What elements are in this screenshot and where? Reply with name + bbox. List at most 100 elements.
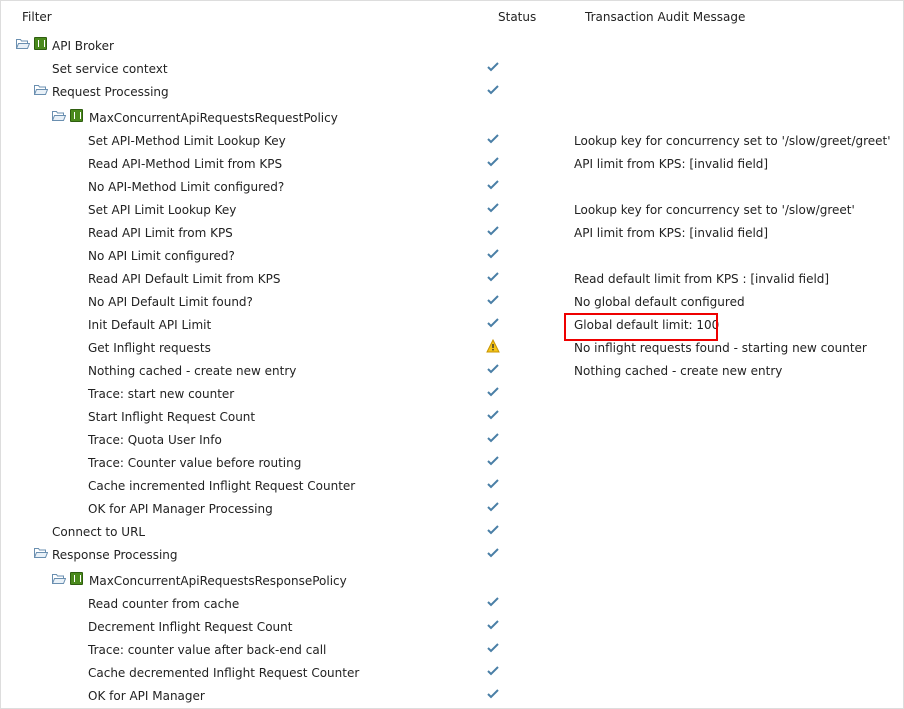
filter-label: Get Inflight requests — [88, 341, 211, 355]
folder-icon[interactable] — [33, 84, 49, 95]
filter-label: Connect to URL — [52, 525, 146, 539]
tree-row[interactable]: Response Processing — [0, 544, 904, 567]
check-icon — [486, 385, 500, 399]
filter-label: Decrement Inflight Request Count — [88, 620, 293, 634]
filter-label: Request Processing — [52, 85, 169, 99]
filter-label: Start Inflight Request Count — [88, 410, 256, 424]
policy-icon — [34, 37, 47, 50]
tree-row[interactable]: Read API-Method Limit from KPS API limit … — [0, 153, 904, 176]
tree-row[interactable]: Cache incremented Inflight Request Count… — [0, 475, 904, 498]
filter-label: Init Default API Limit — [88, 318, 212, 332]
tree-row[interactable]: Set API Limit Lookup Key Lookup key for c… — [0, 199, 904, 222]
audit-message: Nothing cached - create new entry — [574, 364, 783, 378]
check-icon — [486, 500, 500, 514]
filter-label: No API Default Limit found? — [88, 295, 253, 309]
check-icon — [486, 132, 500, 146]
check-icon — [486, 431, 500, 445]
tree-row[interactable]: OK for API Manager Processing — [0, 498, 904, 521]
filter-label: Read API-Method Limit from KPS — [88, 157, 283, 171]
filter-label: Trace: Quota User Info — [88, 433, 222, 447]
check-icon — [486, 316, 500, 330]
audit-message: Read default limit from KPS : [invalid f… — [574, 272, 830, 286]
filter-label: Cache decremented Inflight Request Count… — [88, 666, 360, 680]
tree-row[interactable]: Set API-Method Limit Lookup Key Lookup ke… — [0, 130, 904, 153]
column-header-message[interactable]: Transaction Audit Message — [585, 10, 745, 24]
filter-label: MaxConcurrentApiRequestsResponsePolicy — [89, 574, 347, 588]
tree-row[interactable]: API Broker — [0, 35, 904, 58]
tree-row[interactable]: Request Processing — [0, 81, 904, 104]
highlight-box — [564, 313, 718, 341]
tree-row[interactable]: Trace: start new counter — [0, 383, 904, 406]
folder-icon[interactable] — [33, 547, 49, 558]
check-icon — [486, 641, 500, 655]
tree-row[interactable]: OK for API Manager — [0, 685, 904, 708]
check-icon — [486, 687, 500, 701]
check-icon — [486, 408, 500, 422]
filter-label: Read counter from cache — [88, 597, 240, 611]
filter-label: Cache incremented Inflight Request Count… — [88, 479, 356, 493]
audit-message: No inflight requests found - starting ne… — [574, 341, 867, 355]
column-header-status[interactable]: Status — [498, 10, 536, 24]
tree-row[interactable]: Read API Limit from KPS API limit from KP… — [0, 222, 904, 245]
tree-row[interactable]: MaxConcurrentApiRequestsResponsePolicy — [0, 567, 904, 593]
policy-icon — [70, 572, 83, 585]
tree-row[interactable]: Trace: counter value after back-end call — [0, 639, 904, 662]
tree-row[interactable]: Trace: Counter value before routing — [0, 452, 904, 475]
folder-icon[interactable] — [15, 38, 31, 49]
tree-row[interactable]: Decrement Inflight Request Count — [0, 616, 904, 639]
check-icon — [486, 454, 500, 468]
audit-message: Lookup key for concurrency set to '/slow… — [574, 203, 855, 217]
filter-label: Trace: start new counter — [88, 387, 235, 401]
tree-row[interactable]: Read API Default Limit from KPS Read defa… — [0, 268, 904, 291]
check-icon — [486, 270, 500, 284]
tree-row[interactable]: Nothing cached - create new entry Nothing… — [0, 360, 904, 383]
check-icon — [486, 178, 500, 192]
check-icon — [486, 546, 500, 560]
tree-row[interactable]: Trace: Quota User Info — [0, 429, 904, 452]
check-icon — [486, 523, 500, 537]
filter-label: MaxConcurrentApiRequestsRequestPolicy — [89, 111, 338, 125]
filter-label: Set API Limit Lookup Key — [88, 203, 237, 217]
check-icon — [486, 201, 500, 215]
check-icon — [486, 664, 500, 678]
tree-row[interactable]: No API-Method Limit configured? — [0, 176, 904, 199]
tree-row[interactable]: No API Limit configured? — [0, 245, 904, 268]
audit-message: API limit from KPS: [invalid field] — [574, 226, 769, 240]
filter-label: API Broker — [52, 39, 114, 53]
check-icon — [486, 83, 500, 97]
audit-message: API limit from KPS: [invalid field] — [574, 157, 769, 171]
filter-label: Trace: counter value after back-end call — [88, 643, 327, 657]
filter-label: OK for API Manager — [88, 689, 205, 703]
tree-row[interactable]: Start Inflight Request Count — [0, 406, 904, 429]
filter-label: Set API-Method Limit Lookup Key — [88, 134, 286, 148]
tree-row[interactable]: No API Default Limit found? No global def… — [0, 291, 904, 314]
tree-row[interactable]: Set service context — [0, 58, 904, 81]
check-icon — [486, 60, 500, 74]
tree-row[interactable]: Init Default API Limit Global default lim… — [0, 314, 904, 337]
check-icon — [486, 362, 500, 376]
check-icon — [486, 477, 500, 491]
filter-label: Read API Limit from KPS — [88, 226, 233, 240]
tree-row[interactable]: Read counter from cache — [0, 593, 904, 616]
check-icon — [486, 293, 500, 307]
check-icon — [486, 155, 500, 169]
filter-label: No API-Method Limit configured? — [88, 180, 285, 194]
tree-row[interactable]: MaxConcurrentApiRequestsRequestPolicy — [0, 104, 904, 130]
trace-tree: API Broker Set service context Request Pro… — [0, 35, 904, 708]
tree-row[interactable]: Get Inflight requests No inflight request… — [0, 337, 904, 360]
column-header-filter[interactable]: Filter — [22, 10, 52, 24]
check-icon — [486, 247, 500, 261]
tree-row[interactable]: Connect to URL — [0, 521, 904, 544]
tree-row[interactable]: Cache decremented Inflight Request Count… — [0, 662, 904, 685]
check-icon — [486, 224, 500, 238]
folder-icon[interactable] — [51, 110, 67, 121]
filter-label: No API Limit configured? — [88, 249, 235, 263]
check-icon — [486, 595, 500, 609]
check-icon — [486, 618, 500, 632]
filter-label: Response Processing — [52, 548, 178, 562]
audit-message: No global default configured — [574, 295, 745, 309]
filter-label: OK for API Manager Processing — [88, 502, 273, 516]
filter-label: Read API Default Limit from KPS — [88, 272, 281, 286]
filter-label: Trace: Counter value before routing — [88, 456, 302, 470]
folder-icon[interactable] — [51, 573, 67, 584]
